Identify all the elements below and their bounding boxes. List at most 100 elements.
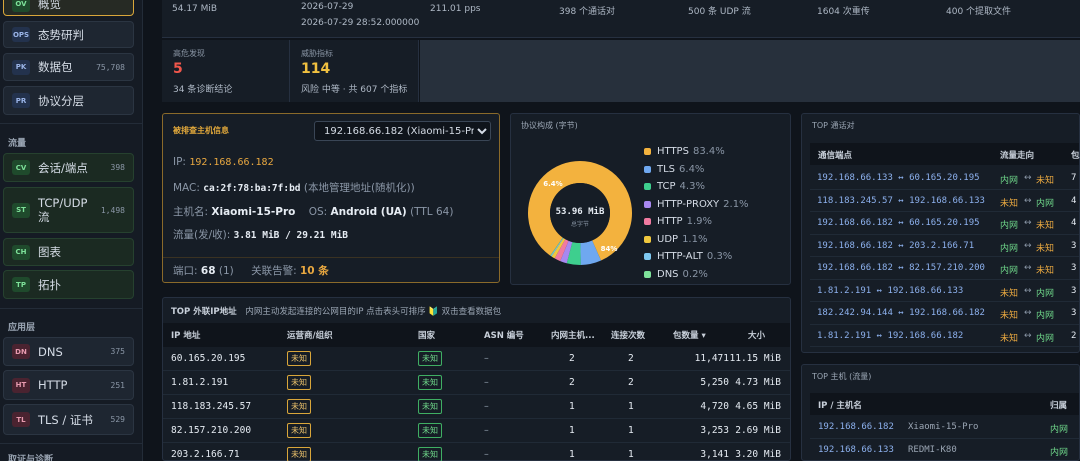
- host-name-line: 主机名: Xiaomi-15-Pro OS: Android (UA) (TTL…: [173, 204, 453, 219]
- isp-tag: 未知: [287, 447, 311, 461]
- col-more[interactable]: 包: [1071, 149, 1080, 161]
- col-ip[interactable]: IP 地址: [171, 329, 200, 341]
- legend-swatch: [644, 253, 651, 261]
- direction-arrow: ↔: [1024, 285, 1032, 296]
- tls-icon: TL: [12, 412, 30, 427]
- host-ip: 192.168.66.133: [818, 445, 894, 455]
- panel-title: TOP 通话对: [812, 121, 855, 130]
- ip-address: 118.183.245.57: [171, 401, 252, 412]
- sidebar-item-label: 会话/端点: [38, 160, 88, 175]
- col-endpoint[interactable]: 通信端点: [818, 149, 852, 161]
- direction-src: 内网: [1000, 266, 1019, 276]
- table-row[interactable]: 192.168.66.182 ↔ 60.165.20.195 内网 ↔ 未知 4: [810, 212, 1079, 235]
- host-mac: ca:2f:78:ba:7f:bd: [203, 183, 301, 194]
- sidebar-item-count: 251: [110, 380, 125, 390]
- host-name: REDMI-K80: [908, 445, 957, 455]
- direction-arrow: ↔: [1024, 218, 1032, 228]
- legend-swatch: [644, 270, 651, 278]
- col-size[interactable]: 大小: [748, 329, 765, 341]
- col-direction[interactable]: 流量走向: [1000, 149, 1034, 161]
- col-internal-hosts[interactable]: 内网主机...: [551, 329, 595, 341]
- legend-name: HTTP-PROXY: [657, 198, 720, 210]
- internal-hosts: 2: [569, 377, 575, 388]
- asn: –: [484, 449, 489, 460]
- label: 关联告警:: [251, 265, 297, 277]
- donut-slice-http-proxy[interactable]: [560, 240, 573, 264]
- host-group: 内网: [1050, 425, 1069, 435]
- table-row[interactable]: 192.168.66.182 Xiaomi-15-Pro 内网: [810, 416, 1079, 439]
- table-row[interactable]: 118.183.245.57 未知 未知 – 1 1 4,720 4.65 MiB: [163, 395, 790, 419]
- col-ip[interactable]: IP / 主机名: [818, 399, 862, 411]
- stat-threat-indicators[interactable]: 威胁指标 114 风险 中等 · 共 607 个指标: [290, 40, 419, 102]
- direction-dst: 内网: [1036, 311, 1055, 321]
- sidebar-item-overview[interactable]: OV 概览: [3, 0, 134, 16]
- sidebar-item-topology[interactable]: TP 拓扑: [3, 270, 134, 299]
- table-header: IP 地址 运营商/组织 国家 ASN 编号 内网主机... 连接次数 包数量 …: [163, 323, 790, 347]
- country-tag: 未知: [418, 423, 442, 438]
- table-row[interactable]: 192.168.66.182 ↔ 82.157.210.200 内网 ↔ 未知 3: [810, 257, 1079, 280]
- sidebar-item-http[interactable]: HT HTTP 251: [3, 370, 134, 400]
- stat-high-risk[interactable]: 高危发现 5 34 条诊断结论: [162, 40, 290, 102]
- host-select[interactable]: 192.168.66.182 (Xiaomi-15-Pro): [314, 121, 491, 141]
- legend-item[interactable]: UDP 1.1%: [644, 231, 749, 249]
- table-row[interactable]: 1.81.2.191 ↔ 192.168.66.133 未知 ↔ 内网 3: [810, 280, 1079, 302]
- table-row[interactable]: 118.183.245.57 ↔ 192.168.66.133 未知 ↔ 内网 4: [810, 190, 1079, 212]
- stat-title: 威胁指标: [301, 49, 333, 58]
- table-row[interactable]: 182.242.94.144 ↔ 192.168.66.182 未知 ↔ 内网 3: [810, 302, 1079, 325]
- direction-src: 未知: [1000, 311, 1019, 321]
- table-row[interactable]: 192.168.66.133 ↔ 60.165.20.195 内网 ↔ 未知 7: [810, 167, 1079, 190]
- donut-slice-tcp[interactable]: [566, 241, 581, 265]
- donut-slice-http[interactable]: [554, 239, 569, 262]
- table-row[interactable]: 1.81.2.191 ↔ 192.168.66.182 未知 ↔ 内网 2: [810, 325, 1079, 347]
- col-isp[interactable]: 运营商/组织: [287, 329, 333, 341]
- col-connections[interactable]: 连接次数: [611, 329, 645, 341]
- col-country[interactable]: 国家: [418, 329, 435, 341]
- col-packets[interactable]: 包数量 ▾: [673, 329, 706, 341]
- legend-item[interactable]: HTTP 1.9%: [644, 213, 749, 231]
- stat-retransmits: 1604 次重传: [817, 7, 870, 17]
- table-row[interactable]: 192.168.66.182 ↔ 203.2.166.71 内网 ↔ 未知 3: [810, 235, 1079, 257]
- legend-item[interactable]: HTTP-PROXY 2.1%: [644, 196, 749, 214]
- legend-swatch: [644, 148, 651, 156]
- packet-count: 4: [1071, 195, 1077, 206]
- sidebar-item-conversations[interactable]: CV 会话/端点 398: [3, 153, 134, 182]
- col-asn[interactable]: ASN 编号: [484, 329, 524, 341]
- section-title-forensics: 取证与诊断: [8, 455, 54, 461]
- table-row[interactable]: 60.165.20.195 未知 未知 – 2 2 11,471 11.15 MiB: [163, 347, 790, 371]
- donut-slice-tls[interactable]: [579, 240, 602, 265]
- table-row[interactable]: 192.168.66.133 REDMI-K80 内网: [810, 439, 1079, 461]
- ports-note: (1): [218, 265, 234, 277]
- host-alerts[interactable]: 10 条: [300, 265, 329, 277]
- sidebar-item-protocols[interactable]: PR 协议分层: [3, 86, 134, 115]
- sidebar-item-packets[interactable]: PK 数据包 75,708: [3, 53, 134, 81]
- sidebar-item-ops[interactable]: OPS 态势研判: [3, 21, 134, 48]
- panel-header: TOP 外联IP地址 内网主动发起连接的公网目的IP 点击表头可排序 🔰 双击查…: [171, 305, 501, 317]
- stat-sub: 风险 中等 · 共 607 个指标: [301, 85, 408, 95]
- country-tag: 未知: [418, 447, 442, 461]
- table-row[interactable]: 82.157.210.200 未知 未知 – 1 1 3,253 2.69 MiB: [163, 419, 790, 443]
- donut-slice-udp[interactable]: [551, 238, 566, 259]
- sidebar-item-tls[interactable]: TL TLS / 证书 529: [3, 404, 134, 435]
- legend-item[interactable]: HTTPS 83.4%: [644, 143, 749, 161]
- col-group[interactable]: 归属: [1050, 399, 1067, 411]
- legend-item[interactable]: DNS 0.2%: [644, 266, 749, 284]
- size: 11.15 MiB: [729, 353, 781, 364]
- panel-title: 被排查主机信息: [173, 126, 229, 135]
- host-group: 内网: [1050, 448, 1069, 458]
- legend-item[interactable]: TCP 4.3%: [644, 178, 749, 196]
- direction-arrow: ↔: [1024, 263, 1032, 273]
- sidebar-item-label: TLS / 证书: [38, 412, 93, 427]
- table-row[interactable]: 203.2.166.71 未知 未知 – 1 1 3,141 3.20 MiB: [163, 443, 790, 461]
- connections: 1: [628, 425, 634, 436]
- label: 主机名:: [173, 206, 209, 218]
- sidebar-item-streams[interactable]: ST TCP/UDP 流 1,498: [3, 187, 134, 233]
- panel-title: 协议构成 (字节): [521, 121, 578, 130]
- sidebar-item-dns[interactable]: DN DNS 375: [3, 337, 134, 366]
- table-row[interactable]: 1.81.2.191 未知 未知 – 2 2 5,250 4.73 MiB: [163, 371, 790, 395]
- packet-count: 3: [1071, 285, 1077, 296]
- panel-title: TOP 主机 (流量): [812, 372, 872, 381]
- protocol-donut-chart: 53.96 MiB 总字节 6.4% 84%: [528, 161, 632, 265]
- legend-item[interactable]: HTTP-ALT 0.3%: [644, 248, 749, 266]
- sidebar-item-charts[interactable]: CH 图表: [3, 238, 134, 266]
- legend-item[interactable]: TLS 6.4%: [644, 161, 749, 179]
